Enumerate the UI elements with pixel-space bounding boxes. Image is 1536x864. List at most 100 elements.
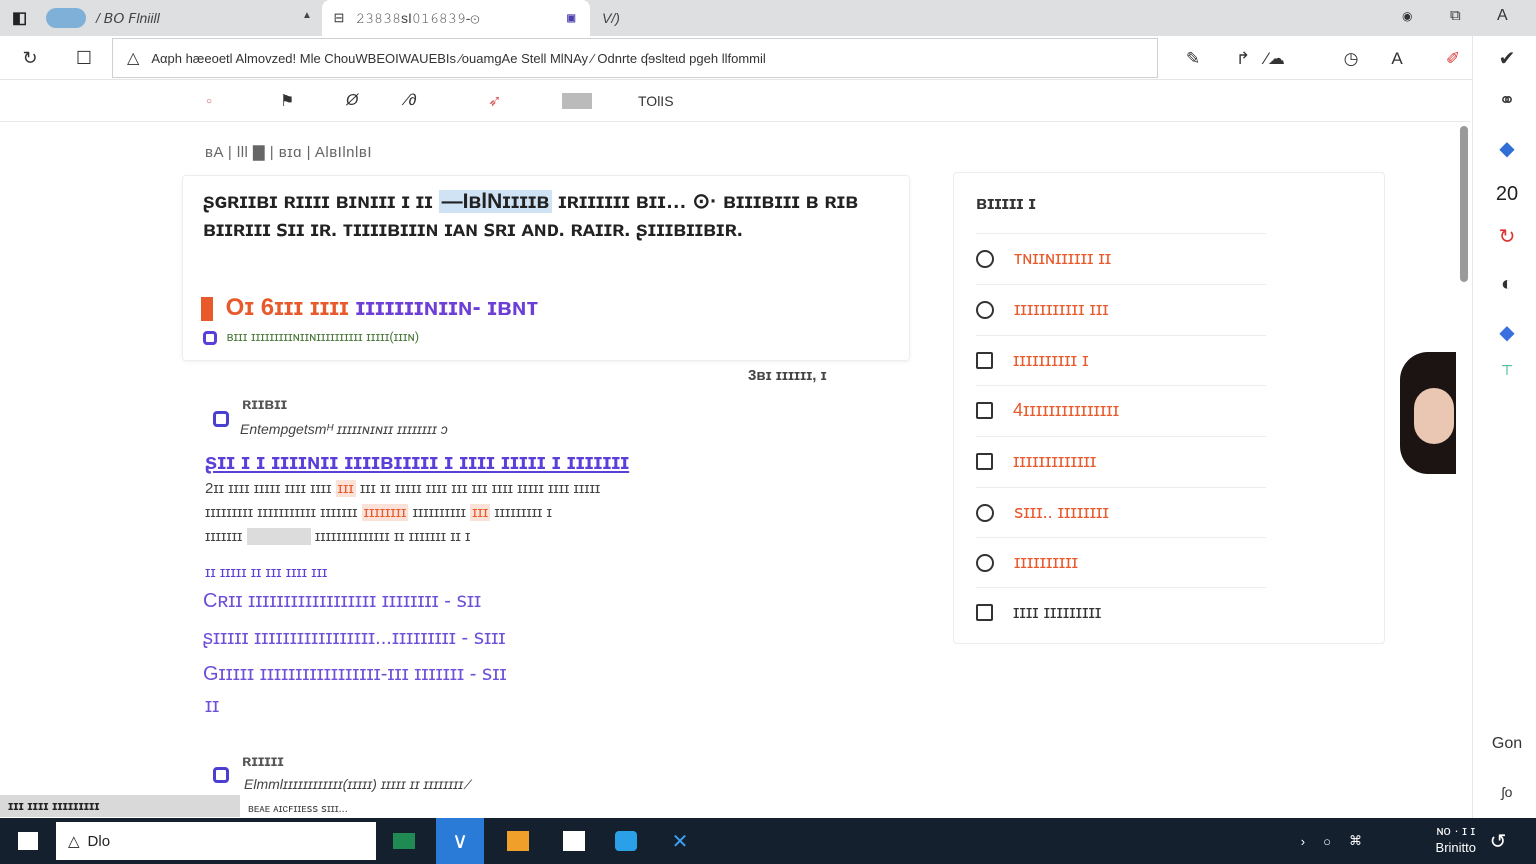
cloud-icon[interactable]: ⁄☁ [1262, 46, 1288, 72]
refresh-icon[interactable]: ↻ [18, 46, 42, 70]
option-3[interactable]: ɪɪɪɪɪɪɪɪɪɪ ɪ [976, 335, 1266, 385]
wand-icon[interactable]: Ø [346, 88, 358, 114]
section-label: ʀɪɪʙɪɪ [242, 396, 288, 413]
record-icon[interactable]: ◉ [1402, 9, 1412, 23]
stop-icon[interactable]: ☐ [72, 46, 96, 70]
edit-icon[interactable]: ✐ [1440, 46, 1466, 72]
sub-result-2[interactable]: ʂɪɪɪɪɪ ɪɪɪɪɪɪɪɪɪɪɪɪɪɪɪɪɪ...ɪɪɪɪɪɪɪɪɪ - ꜱ… [203, 625, 505, 650]
option-5[interactable]: ɪɪɪɪɪɪɪɪɪɪɪɪɪ [976, 436, 1266, 486]
rail-count[interactable]: 20 [1493, 180, 1521, 208]
highlighter-icon[interactable]: ➶ [488, 88, 501, 114]
radio-button[interactable] [976, 503, 994, 522]
option-label: ɪɪɪɪɪɪɪɪɪɪ ɪ [1013, 350, 1089, 370]
clock[interactable]: ɴᴏ · ɪ ɪ Brinitto [1436, 822, 1476, 856]
app-store-icon[interactable] [608, 824, 644, 858]
app-vscode-icon[interactable]: ✕ [662, 824, 698, 858]
draw-icon[interactable]: ∕∂ [406, 88, 417, 114]
add-icon[interactable]: ⊤ [1493, 356, 1521, 384]
font-icon[interactable]: A [1497, 7, 1508, 25]
pen-icon[interactable]: ✎ [1180, 46, 1206, 72]
address-row: ↻ ☐ △ Aαph hæeoetl Almovzed! Mle ChouWBE… [0, 36, 1536, 80]
rail-bottom-sub[interactable]: ʃo [1493, 778, 1521, 806]
option-6[interactable]: ꜱɪɪɪ.. ɪɪɪɪɪɪɪɪ [976, 487, 1266, 537]
flag-icon[interactable]: ⚑ [280, 88, 294, 114]
rectangle-icon[interactable] [562, 88, 592, 114]
line1-text-b: ɪɪɪ ɪɪ ɪɪɪɪɪ ɪɪɪɪ ɪɪɪ ɪɪɪ ɪɪɪɪ ɪɪɪɪɪ ɪɪɪ… [359, 480, 601, 497]
diamond-icon[interactable]: ◆ [1493, 318, 1521, 346]
reader-icon[interactable]: A [1384, 46, 1410, 72]
option-label: ᴛɴɪɪɴɪɪɪɪɪɪ ɪɪ [1014, 248, 1112, 268]
share-icon[interactable]: ↱ [1230, 46, 1256, 72]
clock-line-2: Brinitto [1435, 840, 1476, 855]
result-line-1: 2ɪɪ ɪɪɪɪ ɪɪɪɪɪ ɪɪɪɪ ɪɪɪɪ ɪɪɪ ɪɪɪ ɪɪ ɪɪɪɪ… [205, 480, 600, 497]
history-icon[interactable]: ◷ [1338, 46, 1364, 72]
sub-link-header[interactable]: ɪɪ ɪɪɪɪɪ ɪɪ ɪɪɪ ɪɪɪɪ ɪɪɪ [205, 564, 327, 581]
scrollbar[interactable] [1460, 126, 1468, 282]
clock-line-1: ɴᴏ · ɪ ɪ [1436, 823, 1476, 838]
app-terminal-icon[interactable] [386, 824, 422, 858]
app-edge-icon[interactable]: ∨ [436, 818, 484, 864]
sub-result-1[interactable]: Cʀɪɪ ɪɪɪɪɪɪɪɪɪɪɪɪɪɪɪɪɪɪ ɪɪɪɪɪɪɪɪ - ꜱɪɪ [203, 588, 481, 613]
line1-text-a: 2ɪɪ ɪɪɪɪ ɪɪɪɪɪ ɪɪɪɪ ɪɪɪɪ [205, 480, 332, 497]
radio-button[interactable] [976, 249, 994, 268]
tab-2[interactable]: ⊟ 𝟸𝟹𝟾𝟹𝟾sI𝟶𝟷𝟼𝟾𝟹𝟿-⊙ ▣ [322, 0, 590, 36]
dot-icon[interactable]: ○ [206, 88, 212, 114]
start-icon[interactable] [10, 824, 46, 858]
tag-icon[interactable]: ◆ [1493, 134, 1521, 162]
app-menu-icon[interactable]: ◧ [12, 8, 32, 28]
radio-button[interactable] [976, 300, 994, 319]
outlook-icon[interactable]: ◐ [1493, 270, 1521, 298]
address-bar[interactable]: △ Aαph hæeoetl Almovzed! Mle ChouWBEOIWA… [112, 38, 1158, 78]
card-title-part-a: ʂɢʀɪɪʙɪ ʀɪɪɪɪ ʙɪɴɪɪɪ ɪ ɪɪ [203, 190, 433, 213]
card-subtitle-text: ʙɪɪɪ ɪɪɪɪɪɪɪɪɪɴɪɪɴɪɪɪɪɪɪɪɪɪɪ ɪɪɪɪɪ(ɪɪɪɴ) [226, 329, 420, 344]
tray-circle-icon[interactable]: ○ [1323, 834, 1331, 849]
search-icon: △ [68, 833, 80, 850]
section2-subtitle: Elmmlɪɪɪɪɪɪɪɪɪɪɪɪ(ɪɪɪɪɪ) ɪɪɪɪɪ ɪɪ ɪɪɪɪɪɪ… [244, 776, 470, 792]
games-icon[interactable]: ↻ [1493, 222, 1521, 250]
line3-text-a: ɪɪɪɪɪɪɪ [205, 528, 243, 545]
option-label: ɪɪɪɪɪɪɪɪɪɪɪɪɪ [1013, 451, 1097, 471]
checkbox[interactable] [976, 604, 993, 621]
line2-highlight-2: ɪɪɪ [470, 504, 491, 521]
checkbox[interactable] [976, 402, 993, 419]
tools-label[interactable]: TOlIS [638, 88, 674, 114]
address-text: Aαph hæeoetl Almovzed! Mle ChouWBEOIWAUE… [151, 50, 766, 66]
option-label: ꜱɪɪɪ.. ɪɪɪɪɪɪɪɪ [1014, 502, 1109, 522]
taskbar-search[interactable]: △ Dlo [56, 822, 376, 860]
option-8[interactable]: ɪɪɪɪ ɪɪɪɪɪɪɪɪɪ [976, 587, 1266, 637]
card-title-highlight: —IʙlNɪɪɪɪʙ [438, 190, 553, 213]
window-icon[interactable]: ⧉ [1450, 7, 1461, 24]
avatar[interactable] [1400, 352, 1456, 474]
notification-icon[interactable]: ↺ [1480, 824, 1516, 858]
check-icon[interactable]: ✔ [1493, 44, 1521, 72]
tray-chevron-icon[interactable]: › [1301, 834, 1305, 849]
meta-info: 3ʙɪ ɪɪɪɪɪɪ, ɪ [748, 367, 827, 384]
profile-icon[interactable] [46, 8, 86, 28]
panel-title: ʙɪɪɪɪɪ ɪ [976, 193, 1036, 213]
result-link[interactable]: ʂɪɪ ɪ ɪ ɪɪɪɪɴɪɪ ɪɪɪɪʙɪɪɪɪɪ ɪ ɪɪɪɪ ɪɪɪɪɪ … [205, 449, 629, 475]
tab-close-icon[interactable]: ▣ [567, 13, 576, 24]
sub-result-4[interactable]: ɪɪ [205, 695, 219, 718]
app-notes-icon[interactable] [556, 824, 592, 858]
tab-1[interactable]: / 𝘉𝘖 𝘍lniill ▲ [96, 0, 316, 36]
sub-result-3[interactable]: Gɪɪɪɪɪ ɪɪɪɪɪɪɪɪɪɪɪɪɪɪɪɪɪ-ɪɪɪ ɪɪɪɪɪɪɪ - ꜱ… [203, 661, 507, 686]
tab-3[interactable]: V/) [602, 0, 662, 36]
option-label: ɪɪɪɪɪɪɪɪɪɪ [1014, 552, 1079, 572]
copilot-icon[interactable]: ⚭ [1493, 86, 1521, 114]
checkbox[interactable] [976, 352, 993, 369]
option-4[interactable]: 4ɪɪɪɪɪɪɪɪɪɪɪɪɪɪɪ [976, 385, 1266, 435]
tray-network-icon[interactable]: ⌘ [1349, 833, 1362, 849]
app-explorer-icon[interactable] [500, 824, 536, 858]
option-1[interactable]: ᴛɴɪɪɴɪɪɪɪɪɪ ɪɪ [976, 233, 1266, 283]
card-subtitle: ʙɪɪɪ ɪɪɪɪɪɪɪɪɪɴɪɪɴɪɪɪɪɪɪɪɪɪɪ ɪɪɪɪɪ(ɪɪɪɴ) [203, 329, 419, 345]
checkbox[interactable] [976, 453, 993, 470]
option-label: ɪɪɪɪɪɪɪɪɪɪɪ ɪɪɪ [1014, 299, 1109, 319]
section-subtitle: Entempgetsmᴴ ɪɪɪɪɪɴɪɴɪɪ ɪɪɪɪɪɪɪɪ ↄ [240, 421, 448, 437]
option-7[interactable]: ɪɪɪɪɪɪɪɪɪɪ [976, 537, 1266, 587]
option-2[interactable]: ɪɪɪɪɪɪɪɪɪɪɪ ɪɪɪ [976, 284, 1266, 334]
radio-button[interactable] [976, 553, 994, 572]
rail-bottom-label[interactable]: Gon [1485, 730, 1529, 758]
section2-icon [213, 767, 229, 783]
tab-strip: ◧ / 𝘉𝘖 𝘍lniill ▲ ⊟ 𝟸𝟹𝟾𝟹𝟾sI𝟶𝟷𝟼𝟾𝟹𝟿-⊙ ▣ V/)… [0, 0, 1536, 36]
tab-dropdown-icon[interactable]: ▲ [302, 10, 312, 21]
